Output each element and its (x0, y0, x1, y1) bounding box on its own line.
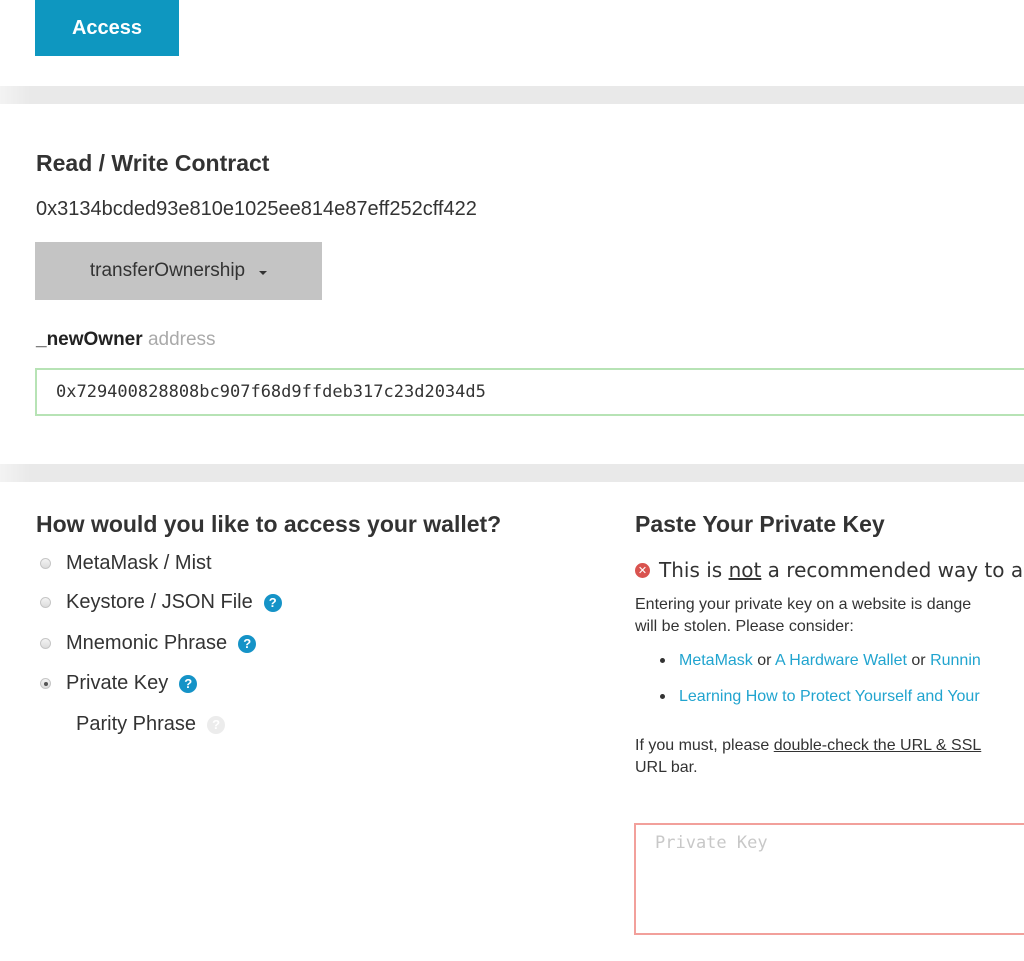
url-check-paragraph: If you must, please double-check the URL… (635, 735, 981, 779)
section-divider (0, 464, 1024, 482)
radio-label: Private Key (66, 672, 169, 694)
radio-option-metamask[interactable]: MetaMask / Mist (40, 552, 212, 575)
bullet-alternatives: MetaMask or A Hardware Wallet or Runnin (660, 652, 981, 670)
url-check-text: If you must, please (635, 737, 774, 754)
function-select-dropdown[interactable]: transferOwnership (35, 242, 322, 300)
bullet-learning: Learning How to Protect Yourself and You… (660, 688, 980, 706)
url-check-text: URL bar. (635, 759, 698, 776)
hardware-wallet-link[interactable]: A Hardware Wallet (775, 652, 907, 669)
contract-section-title: Read / Write Contract (36, 150, 270, 176)
help-icon-disabled: ? (207, 715, 226, 734)
warning-text: This is (659, 558, 729, 582)
or-text: or (906, 652, 931, 669)
help-icon[interactable]: ? (179, 674, 198, 693)
danger-paragraph: Entering your private key on a website i… (635, 594, 971, 638)
url-ssl-link[interactable]: double-check the URL & SSL (774, 737, 982, 754)
selected-function-label: transferOwnership (89, 260, 246, 281)
error-x-icon: ✕ (635, 562, 650, 578)
help-icon[interactable]: ? (238, 634, 257, 653)
access-button[interactable]: Access (35, 0, 179, 56)
param-name: _newOwner (36, 329, 143, 350)
running-node-link[interactable]: Runnin (930, 652, 981, 669)
parity-phrase-label: Parity Phrase (76, 713, 197, 735)
radio-option-keystore[interactable]: Keystore / JSON File ? (40, 591, 282, 614)
protect-yourself-link[interactable]: Learning How to Protect Yourself and You… (679, 688, 980, 705)
parity-phrase-option[interactable]: Parity Phrase ? (76, 713, 226, 736)
bullet-dot (660, 694, 665, 700)
warning-line: ✕ This is not a recommended way to ac (635, 558, 1024, 582)
caret-down-icon (259, 270, 268, 275)
wallet-access-title: How would you like to access your wallet… (36, 511, 502, 537)
warning-emphasis: not (728, 558, 762, 582)
section-divider (0, 86, 1024, 104)
danger-text-line: Entering your private key on a website i… (635, 596, 972, 613)
radio-button[interactable] (40, 638, 51, 649)
contract-address: 0x3134bcded93e810e1025ee814e87eff252cff4… (36, 198, 477, 220)
help-icon[interactable]: ? (263, 593, 282, 612)
radio-button-checked[interactable] (40, 678, 51, 689)
private-key-title: Paste Your Private Key (635, 511, 885, 537)
radio-label: MetaMask / Mist (66, 552, 212, 574)
bullet-dot (660, 658, 665, 664)
new-owner-address-input[interactable] (35, 368, 1024, 416)
warning-text: a recommended way to ac (761, 558, 1024, 582)
metamask-link[interactable]: MetaMask (679, 652, 753, 669)
radio-label: Mnemonic Phrase (66, 632, 228, 654)
param-label: _newOwner address (36, 329, 216, 351)
param-type: address (147, 329, 216, 350)
radio-button[interactable] (40, 558, 51, 569)
danger-text-line: will be stolen. Please consider: (635, 618, 854, 635)
private-key-input[interactable] (634, 823, 1024, 935)
radio-option-mnemonic[interactable]: Mnemonic Phrase ? (40, 632, 257, 655)
radio-label: Keystore / JSON File (66, 591, 253, 613)
or-text: or (752, 652, 776, 669)
radio-option-private-key[interactable]: Private Key ? (40, 672, 198, 695)
radio-button[interactable] (40, 597, 51, 608)
